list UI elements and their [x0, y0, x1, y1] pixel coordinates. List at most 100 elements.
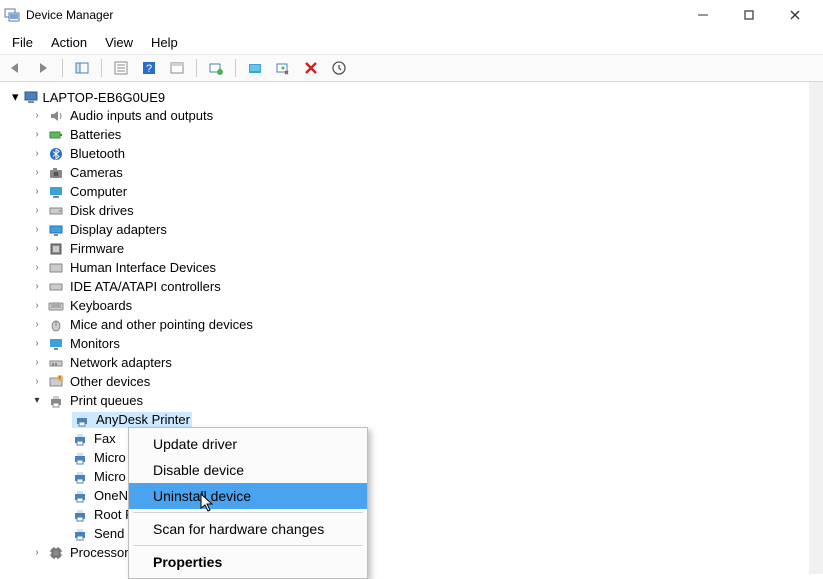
- uninstall-device-button[interactable]: [300, 57, 322, 79]
- category-label: Bluetooth: [70, 146, 125, 161]
- menu-file[interactable]: File: [4, 33, 41, 52]
- ctx-scan-hardware[interactable]: Scan for hardware changes: [129, 516, 367, 542]
- action-center-button[interactable]: [166, 57, 188, 79]
- category-label: Computer: [70, 184, 127, 199]
- printer-icon: [72, 431, 88, 447]
- expand-arrow-icon[interactable]: ›: [32, 205, 42, 216]
- category-disk-drives[interactable]: › Disk drives: [6, 201, 809, 220]
- category-label: Mice and other pointing devices: [70, 317, 253, 332]
- firmware-icon: [48, 241, 64, 257]
- device-tree: ▾ LAPTOP-EB6G0UE9 › Audio inputs and out…: [0, 82, 823, 574]
- category-label: Human Interface Devices: [70, 260, 216, 275]
- expand-arrow-icon[interactable]: ›: [32, 243, 42, 254]
- back-button[interactable]: [4, 57, 26, 79]
- category-ide[interactable]: › IDE ATA/ATAPI controllers: [6, 277, 809, 296]
- expand-arrow-icon[interactable]: ›: [32, 167, 42, 178]
- properties-button[interactable]: [110, 57, 132, 79]
- device-fax[interactable]: Fax: [6, 429, 809, 448]
- device-root-print[interactable]: Root P: [6, 505, 809, 524]
- printer-icon: [72, 469, 88, 485]
- hid-icon: [48, 260, 64, 276]
- category-audio[interactable]: › Audio inputs and outputs: [6, 106, 809, 125]
- printer-icon: [72, 526, 88, 542]
- context-menu: Update driver Disable device Uninstall d…: [128, 427, 368, 579]
- menu-view[interactable]: View: [97, 33, 141, 52]
- printer-icon: [72, 507, 88, 523]
- audio-icon: [48, 108, 64, 124]
- printer-icon: [74, 412, 90, 428]
- category-display-adapters[interactable]: › Display adapters: [6, 220, 809, 239]
- category-batteries[interactable]: › Batteries: [6, 125, 809, 144]
- category-cameras[interactable]: › Cameras: [6, 163, 809, 182]
- category-label: Print queues: [70, 393, 143, 408]
- category-network[interactable]: › Network adapters: [6, 353, 809, 372]
- ctx-uninstall-device[interactable]: Uninstall device: [129, 483, 367, 509]
- device-label: AnyDesk Printer: [96, 412, 190, 427]
- expand-arrow-icon[interactable]: ›: [32, 338, 42, 349]
- expand-arrow-icon[interactable]: ›: [32, 262, 42, 273]
- expand-arrow-icon[interactable]: ›: [32, 148, 42, 159]
- expand-arrow-icon[interactable]: ›: [32, 376, 42, 387]
- svg-text:!: !: [59, 376, 60, 382]
- ctx-disable-device[interactable]: Disable device: [129, 457, 367, 483]
- toolbar-separator: [101, 59, 102, 77]
- printer-icon: [72, 488, 88, 504]
- device-label: Fax: [94, 431, 116, 446]
- battery-icon: [48, 127, 64, 143]
- expand-arrow-icon[interactable]: ›: [32, 224, 42, 235]
- bluetooth-icon: [48, 146, 64, 162]
- device-micro-1[interactable]: Micro: [6, 448, 809, 467]
- expand-arrow-icon[interactable]: ›: [32, 319, 42, 330]
- category-print-queues[interactable]: ▾ Print queues: [6, 391, 809, 410]
- device-onenote[interactable]: OneN: [6, 486, 809, 505]
- disk-icon: [48, 203, 64, 219]
- device-micro-2[interactable]: Micro: [6, 467, 809, 486]
- category-keyboards[interactable]: › Keyboards: [6, 296, 809, 315]
- collapse-arrow-icon[interactable]: ▾: [32, 395, 42, 406]
- category-label: Batteries: [70, 127, 121, 142]
- window-title: Device Manager: [26, 8, 113, 22]
- monitor-icon: [48, 336, 64, 352]
- expand-arrow-icon[interactable]: ›: [32, 547, 42, 558]
- category-computer[interactable]: › Computer: [6, 182, 809, 201]
- maximize-button[interactable]: [735, 4, 763, 26]
- category-processors[interactable]: › Processors: [6, 543, 809, 562]
- expand-arrow-icon[interactable]: ›: [32, 357, 42, 368]
- device-anydesk-printer[interactable]: AnyDesk Printer: [6, 410, 809, 429]
- category-other[interactable]: › ! Other devices: [6, 372, 809, 391]
- add-legacy-hardware-button[interactable]: [328, 57, 350, 79]
- expand-arrow-icon[interactable]: ›: [32, 129, 42, 140]
- device-send-to[interactable]: Send T: [6, 524, 809, 543]
- show-hide-console-tree-button[interactable]: [71, 57, 93, 79]
- help-button[interactable]: ?: [138, 57, 160, 79]
- menu-help[interactable]: Help: [143, 33, 186, 52]
- close-button[interactable]: [781, 4, 809, 26]
- expand-arrow-icon[interactable]: ›: [32, 300, 42, 311]
- expand-arrow-icon[interactable]: ▾: [12, 89, 19, 105]
- category-label: Audio inputs and outputs: [70, 108, 213, 123]
- category-monitors[interactable]: › Monitors: [6, 334, 809, 353]
- expand-arrow-icon[interactable]: ›: [32, 281, 42, 292]
- category-label: Firmware: [70, 241, 124, 256]
- expand-arrow-icon[interactable]: ›: [32, 110, 42, 121]
- scan-hardware-button[interactable]: [205, 57, 227, 79]
- forward-button[interactable]: [32, 57, 54, 79]
- camera-icon: [48, 165, 64, 181]
- ctx-properties[interactable]: Properties: [129, 549, 367, 575]
- update-driver-button[interactable]: [244, 57, 266, 79]
- category-bluetooth[interactable]: › Bluetooth: [6, 144, 809, 163]
- category-label: Keyboards: [70, 298, 132, 313]
- ctx-update-driver[interactable]: Update driver: [129, 431, 367, 457]
- toolbar-separator: [62, 59, 63, 77]
- other-devices-icon: !: [48, 374, 64, 390]
- disable-device-button[interactable]: [272, 57, 294, 79]
- toolbar-separator: [196, 59, 197, 77]
- menu-action[interactable]: Action: [43, 33, 95, 52]
- tree-root-node[interactable]: ▾ LAPTOP-EB6G0UE9: [6, 88, 809, 106]
- category-mice[interactable]: › Mice and other pointing devices: [6, 315, 809, 334]
- minimize-button[interactable]: [689, 4, 717, 26]
- category-firmware[interactable]: › Firmware: [6, 239, 809, 258]
- device-label: Micro: [94, 450, 126, 465]
- expand-arrow-icon[interactable]: ›: [32, 186, 42, 197]
- category-hid[interactable]: › Human Interface Devices: [6, 258, 809, 277]
